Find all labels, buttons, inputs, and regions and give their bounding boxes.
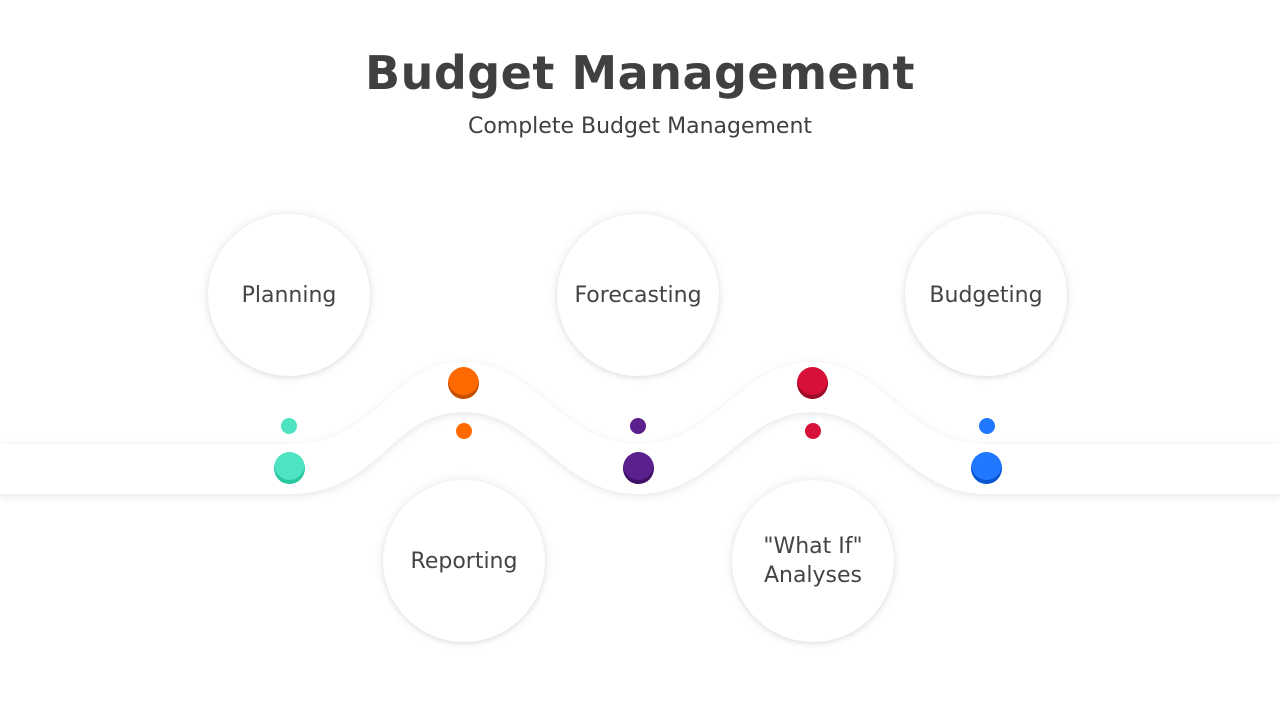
step-marker-small — [979, 418, 995, 434]
step-circle-what-if: "What If" Analyses — [732, 480, 894, 642]
step-marker-large — [448, 367, 479, 399]
step-label: Budgeting — [929, 282, 1043, 308]
step-circle-planning: Planning — [208, 214, 370, 376]
step-label: Forecasting — [574, 282, 702, 308]
step-marker-small — [456, 423, 472, 439]
step-marker-large — [274, 452, 305, 484]
step-marker-small — [805, 423, 821, 439]
step-circle-reporting: Reporting — [383, 480, 545, 642]
step-marker-large — [623, 452, 654, 484]
step-marker-large — [797, 367, 828, 399]
step-label: Planning — [241, 282, 337, 308]
step-marker-small — [630, 418, 646, 434]
step-circle-budgeting: Budgeting — [905, 214, 1067, 376]
step-marker-large — [971, 452, 1002, 484]
step-label: "What If" Analyses — [763, 534, 863, 588]
step-label: Reporting — [410, 548, 518, 574]
step-marker-small — [281, 418, 297, 434]
step-circle-forecasting: Forecasting — [557, 214, 719, 376]
